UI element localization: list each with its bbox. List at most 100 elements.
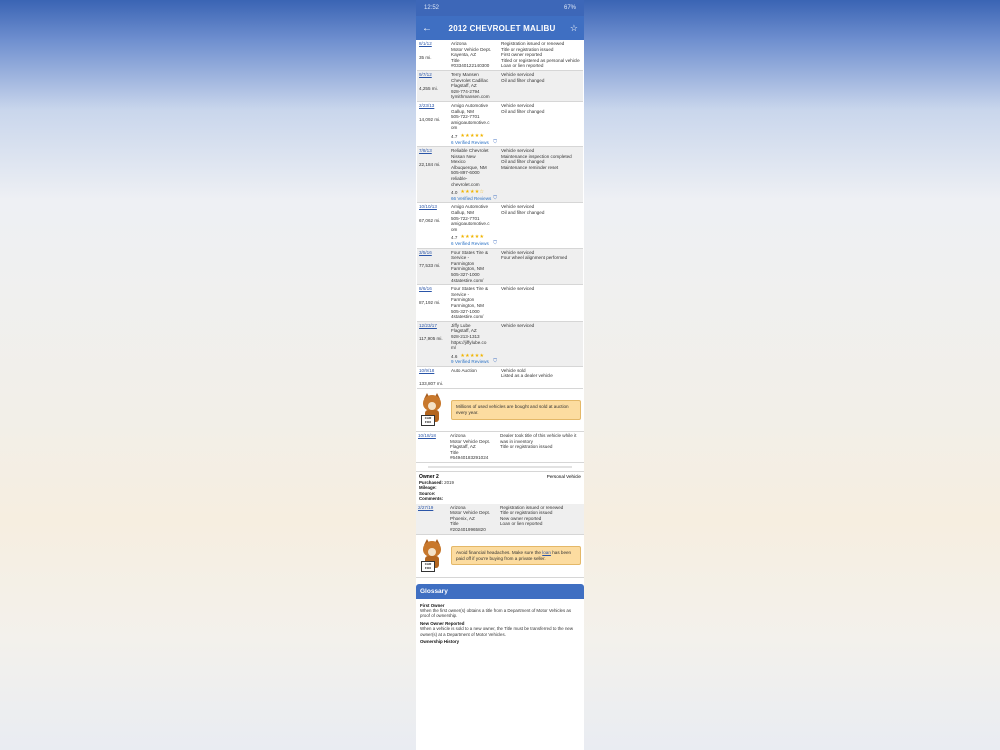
record-date[interactable]: 9/7/12: [419, 72, 447, 78]
record-date[interactable]: 10/10/13: [419, 204, 447, 210]
comment-line: Four wheel alignment performed: [501, 255, 568, 261]
record-mileage: 4,255 mi.: [419, 85, 438, 91]
record-mileage: 35 mi.: [419, 54, 432, 60]
callout-text-pre: Avoid financial headaches. Make sure the: [456, 549, 541, 555]
record-date[interactable]: 12/23/17: [419, 323, 447, 329]
page-title: 2012 CHEVROLET MALIBU: [448, 23, 556, 33]
reviews-text[interactable]: 66 Verified Reviews: [451, 196, 491, 202]
record-date-cell: 7/8/13 22,184 mi.: [417, 147, 449, 202]
reviews-link[interactable]: 9 Verified Reviews ⛉: [451, 359, 497, 365]
record-mileage: 87,192 mi.: [419, 299, 441, 305]
record-date[interactable]: 2/23/13: [419, 103, 447, 109]
record-comments: Registration issued or renewed Title or r…: [498, 504, 584, 534]
callout-text: Avoid financial headaches. Make sure the…: [451, 545, 581, 566]
reviews-link[interactable]: 6 Verified Reviews ⛉: [451, 139, 497, 146]
phone-screen: 12:52 67% ← 2012 CHEVROLET MALIBU ☆ 8/1/…: [416, 0, 584, 750]
record-comments: Vehicle serviced: [499, 285, 583, 321]
shield-check-icon: ⛉: [493, 240, 497, 246]
glossary-definition: When the first owner(s) obtains a title …: [420, 608, 572, 619]
source-line: #03340122140300: [451, 63, 490, 69]
record-comments: Vehicle serviced Oil and filter changed: [499, 203, 583, 247]
record-date-cell: 10/9/18 133,807 mi.: [417, 367, 449, 388]
fox-sign: CAR FOX: [421, 415, 435, 427]
record-source: Four States Tire & Service - Farmington Far…: [449, 285, 499, 321]
record-comments: Dealer took title of this vehicle while …: [498, 432, 584, 462]
purchased-label: Purchased:: [419, 480, 443, 486]
table-row: 10/18/18 Arizona Motor Vehicle Dept. Flags…: [416, 432, 584, 464]
record-date[interactable]: 2/27/19: [418, 505, 446, 511]
table-row: 3/5/16 77,533 mi. Four States Tire & Servic…: [417, 248, 583, 286]
table-row: 2/27/19 Arizona Motor Vehicle Dept. Phoeni…: [416, 503, 584, 535]
source-line: chevrolet.com: [451, 181, 480, 187]
record-date[interactable]: 8/1/12: [419, 41, 447, 47]
loan-link[interactable]: loan: [542, 550, 551, 555]
glossary-definition: When a vehicle is sold to a new owner, t…: [420, 626, 574, 637]
callout-row: CAR FOX Avoid financial headaches. Make …: [416, 535, 584, 578]
source-line: tymithmansen.com: [451, 94, 490, 100]
shield-check-icon: ⛉: [493, 194, 497, 201]
source-line: om: [451, 125, 458, 131]
comment-line: Loan or lien reported: [501, 63, 544, 69]
source-line: m/: [451, 345, 457, 351]
source-line: om: [451, 226, 458, 232]
comment-line: Maintenance reminder reset: [501, 164, 559, 170]
record_after.source: #64940183291024: [450, 455, 489, 461]
table-row: 7/8/13 22,184 mi. Reliable Chevrolet Nissan…: [417, 147, 583, 204]
comment-line: Oil and filter changed: [501, 108, 545, 114]
owner2.record.comments: Loan or lien reported: [500, 521, 543, 527]
glossary-header[interactable]: Glossary: [416, 583, 584, 599]
record-date[interactable]: 10/18/18: [418, 433, 446, 439]
reviews-text[interactable]: 9 Verified Reviews: [451, 359, 489, 365]
record_after.comments: Dealer took title of this vehicle while …: [500, 433, 577, 444]
table-row: 2/23/13 14,092 mi. Amigo Automotive Gallup,…: [417, 102, 583, 148]
record-comments: Vehicle sold Listed as a dealer vehicle: [499, 367, 583, 388]
record_after.comments: Title or registration issued: [500, 444, 553, 450]
table-row: 10/10/13 67,062 mi. Amigo Automotive Gallup…: [417, 203, 583, 249]
comment-line: Oil and filter changed: [501, 210, 545, 216]
carfox-mascot-icon: CAR FOX: [419, 393, 445, 427]
shield-check-icon: ⛉: [493, 358, 497, 365]
record-date-cell: 8/1/12 35 mi.: [417, 40, 449, 70]
record-date[interactable]: 10/9/18: [419, 368, 447, 374]
table-row: 8/1/12 35 mi. Arizona Motor Vehicle Dept. Ka…: [417, 40, 583, 71]
record-date-cell: 3/5/16 77,533 mi.: [417, 249, 449, 285]
record-mileage: 117,905 mi.: [419, 336, 443, 342]
table-row: 12/23/17 117,905 mi. Jiffy Lube Flagstaff, …: [417, 321, 583, 367]
table-row: 9/7/12 4,255 mi. Terry Mansen Chevrolet Cad…: [417, 70, 583, 102]
record-mileage: 77,533 mi.: [419, 263, 441, 269]
record-source: Jiffy Lube Flagstaff, AZ 928-213-1313 https…: [449, 322, 499, 366]
record-date-cell: 8/6/16 87,192 mi.: [417, 285, 449, 321]
arrow-left-icon[interactable]: ←: [422, 23, 440, 34]
history-table: 8/1/12 35 mi. Arizona Motor Vehicle Dept. Ka…: [416, 40, 584, 390]
glossary-term: Ownership History: [420, 639, 460, 645]
table-row: 8/6/16 87,192 mi. Four States Tire & Servic…: [417, 285, 583, 322]
record-source: Amigo Automotive Gallup, NM 505-722-7701 am…: [449, 203, 499, 247]
record-date[interactable]: 8/6/16: [419, 286, 447, 292]
purchased-value: 2019: [444, 480, 454, 486]
owner-meta: Purchased: 2019 Mileage: Source: Comment…: [416, 480, 584, 504]
record-source: Arizona Motor Vehicle Dept. Phoenix, AZ Tit…: [448, 504, 498, 534]
record-date-cell: 10/10/13 67,062 mi.: [417, 203, 449, 247]
record-date[interactable]: 3/5/16: [419, 250, 447, 256]
comment-line: Listed as a dealer vehicle: [501, 373, 553, 379]
record-comments: Vehicle serviced Oil and filter changed: [499, 102, 583, 146]
source-line: Auto Auction: [451, 367, 477, 373]
section-divider: [428, 466, 572, 469]
glossary-body: First Owner When the first owner(s) obtai…: [416, 599, 584, 647]
owner-header: Owner 2 Personal Vehicle: [416, 472, 584, 480]
status-bar: 12:52 67%: [416, 0, 584, 16]
reviews-text[interactable]: 6 Verified Reviews: [451, 241, 489, 247]
status-battery: 67%: [563, 5, 576, 11]
record-source: Auto Auction: [449, 367, 499, 388]
reviews-text[interactable]: 6 Verified Reviews: [451, 140, 489, 146]
callout-row: CAR FOX Millions of used vehicles are bo…: [416, 389, 584, 433]
record-date[interactable]: 7/8/13: [419, 148, 447, 154]
callout-text: Millions of used vehicles are bought and…: [451, 400, 581, 420]
reviews-link[interactable]: 66 Verified Reviews ⛉: [451, 194, 497, 202]
record-date-cell: 2/23/13 14,092 mi.: [417, 102, 449, 146]
record-source: Terry Mansen Chevrolet Cadillac Flagstaff,…: [449, 71, 499, 101]
record-mileage: 14,092 mi.: [419, 116, 441, 122]
record-comments: Vehicle serviced Oil and filter changed: [499, 71, 583, 101]
reviews-link[interactable]: 6 Verified Reviews ⛉: [451, 240, 497, 247]
star-icon[interactable]: ☆: [564, 23, 578, 34]
